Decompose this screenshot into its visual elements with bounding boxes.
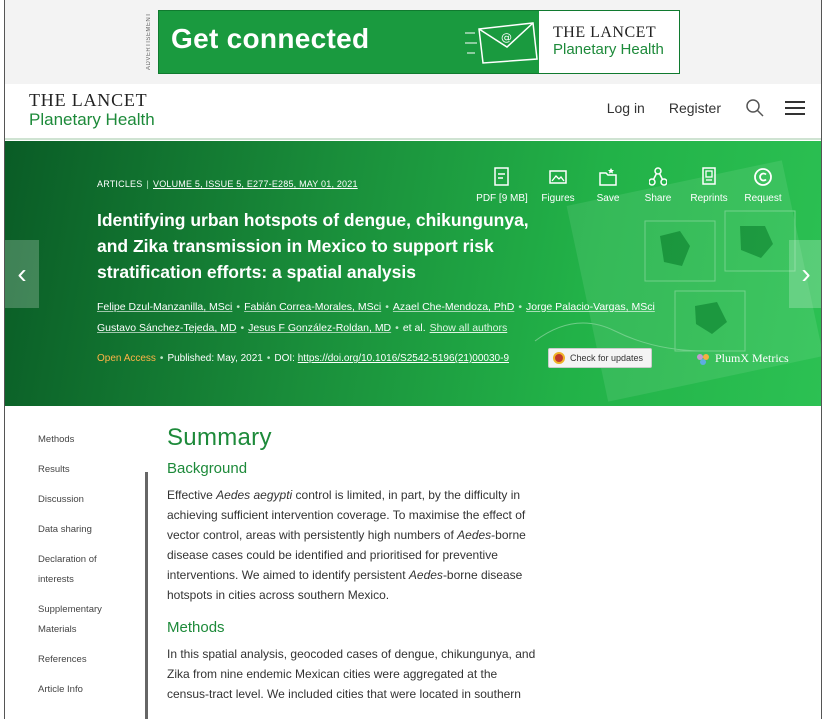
ad-headline: Get connected	[171, 23, 370, 54]
request-label: Request	[744, 193, 782, 204]
copyright-icon	[754, 168, 772, 186]
figures-label: Figures	[541, 193, 575, 204]
article-toolbar: PDF [9 MB] Figures Save Share Reprints R…	[471, 167, 791, 204]
envelope-icon: @	[465, 22, 538, 64]
menu-icon[interactable]	[785, 99, 805, 117]
plumx-icon	[697, 353, 709, 365]
folder-star-icon	[599, 168, 617, 186]
pdf-label: PDF [9 MB]	[476, 193, 528, 204]
author-link[interactable]: Fabián Correa-Morales, MSci	[244, 301, 381, 313]
background-paragraph: Effective Aedes aegypti control is limit…	[167, 488, 526, 602]
article-volume[interactable]: VOLUME 5, ISSUE 5, E277-E285, MAY 01, 20…	[153, 179, 358, 189]
login-link[interactable]: Log in	[607, 100, 645, 116]
methods-paragraph: In this spatial analysis, geocoded cases…	[167, 647, 536, 701]
prev-article-button[interactable]: ‹	[5, 240, 39, 308]
search-icon[interactable]	[745, 98, 765, 118]
logo-line2: Planetary Health	[29, 110, 155, 129]
nav-item-methods[interactable]: Methods	[38, 430, 148, 450]
article-meta: ARTICLES | VOLUME 5, ISSUE 5, E277-E285, M…	[97, 179, 358, 189]
nav-item-article-info[interactable]: Article Info	[38, 680, 148, 700]
image-icon	[549, 170, 567, 184]
site-logo[interactable]: THE LANCET Planetary Health	[29, 90, 155, 129]
ad-brand-line2: Planetary Health	[553, 41, 664, 58]
article-title: Identifying urban hotspots of dengue, ch…	[97, 210, 529, 282]
site-header: THE LANCET Planetary Health Log in Regis…	[5, 84, 821, 140]
et-al: et al.	[402, 322, 426, 334]
plumx-metrics-link[interactable]: PlumX Metrics	[695, 351, 789, 366]
methods-heading: Methods	[167, 619, 225, 636]
nav-supplementary-line2: Materials	[38, 624, 77, 635]
ad-label: ADVERTISEMENT	[146, 12, 152, 70]
share-label: Share	[644, 193, 672, 204]
next-article-button[interactable]: ›	[789, 240, 821, 308]
article-type[interactable]: ARTICLES	[97, 179, 142, 189]
reprints-button[interactable]: Reprints	[683, 167, 735, 204]
summary-heading: Summary	[167, 424, 272, 451]
author-link[interactable]: Gustavo Sánchez-Tejeda, MD	[97, 322, 236, 334]
open-access-label: Open Access	[97, 353, 156, 364]
page-frame: ADVERTISEMENT Get connected @ THE LANCET…	[4, 0, 822, 719]
save-label: Save	[596, 193, 620, 204]
crossmark-icon	[553, 352, 565, 364]
nav-declaration-line2: interests	[38, 574, 74, 585]
chevron-left-icon: ‹	[17, 258, 27, 289]
show-all-authors-link[interactable]: Show all authors	[430, 322, 508, 334]
reprints-icon	[702, 167, 716, 185]
background-heading: Background	[167, 460, 248, 477]
publication-info: Open Access • Published: May, 2021 • DOI: ht…	[97, 353, 510, 364]
share-icon	[649, 167, 667, 186]
ad-bar: ADVERTISEMENT Get connected @ THE LANCET…	[5, 0, 821, 84]
nav-declaration-line1: Declaration of	[38, 554, 97, 565]
doi-label: DOI:	[274, 353, 295, 364]
ad-banner[interactable]: Get connected @ THE LANCET Planetary Hea…	[158, 10, 680, 74]
article-hero: ARTICLES | VOLUME 5, ISSUE 5, E277-E285, M…	[5, 141, 821, 406]
figures-button[interactable]: Figures	[533, 167, 583, 204]
author-list: Felipe Dzul-Manzanilla, MSci • Fabián Corr…	[97, 301, 655, 334]
chevron-right-icon: ›	[801, 258, 811, 289]
pdf-button[interactable]: PDF [9 MB]	[471, 167, 533, 204]
section-nav: Methods Results Discussion Data sharing …	[38, 430, 148, 710]
nav-item-data-sharing[interactable]: Data sharing	[38, 520, 148, 540]
nav-supplementary-line1: Supplementary	[38, 604, 102, 615]
nav-item-references[interactable]: References	[38, 650, 148, 670]
nav-item-discussion[interactable]: Discussion	[38, 490, 148, 510]
author-link[interactable]: Jesus F González-Roldan, MD	[248, 322, 391, 334]
article-body: Summary Background Effective Aedes aegyp…	[167, 424, 539, 718]
author-link[interactable]: Felipe Dzul-Manzanilla, MSci	[97, 301, 232, 313]
request-button[interactable]: Request	[735, 167, 791, 204]
register-link[interactable]: Register	[669, 100, 721, 116]
check-updates-label: Check for updates	[570, 353, 644, 363]
check-for-updates-button[interactable]: Check for updates	[548, 348, 652, 368]
doi-link[interactable]: https://doi.org/10.1016/S2542-5196(21)00…	[298, 353, 509, 364]
reprints-label: Reprints	[690, 193, 728, 204]
pdf-icon	[494, 167, 509, 186]
ad-brand-logo: THE LANCET Planetary Health	[539, 11, 679, 73]
section-nav-scrollbar[interactable]	[145, 472, 148, 719]
ad-brand-line1: THE LANCET	[553, 24, 657, 41]
plumx-label: PlumX Metrics	[715, 351, 789, 365]
published-date: Published: May, 2021	[167, 353, 263, 364]
svg-text:@: @	[501, 31, 512, 44]
share-button[interactable]: Share	[633, 167, 683, 204]
save-button[interactable]: Save	[583, 167, 633, 204]
logo-line1: THE LANCET	[29, 90, 148, 110]
nav-item-results[interactable]: Results	[38, 460, 148, 480]
nav-item-declaration[interactable]: Declaration of interests	[38, 550, 148, 590]
author-link[interactable]: Azael Che-Mendoza, PhD	[393, 301, 514, 313]
nav-item-supplementary[interactable]: Supplementary Materials	[38, 600, 148, 640]
header-nav: Log in Register	[607, 98, 805, 118]
author-link[interactable]: Jorge Palacio-Vargas, MSci	[526, 301, 655, 313]
